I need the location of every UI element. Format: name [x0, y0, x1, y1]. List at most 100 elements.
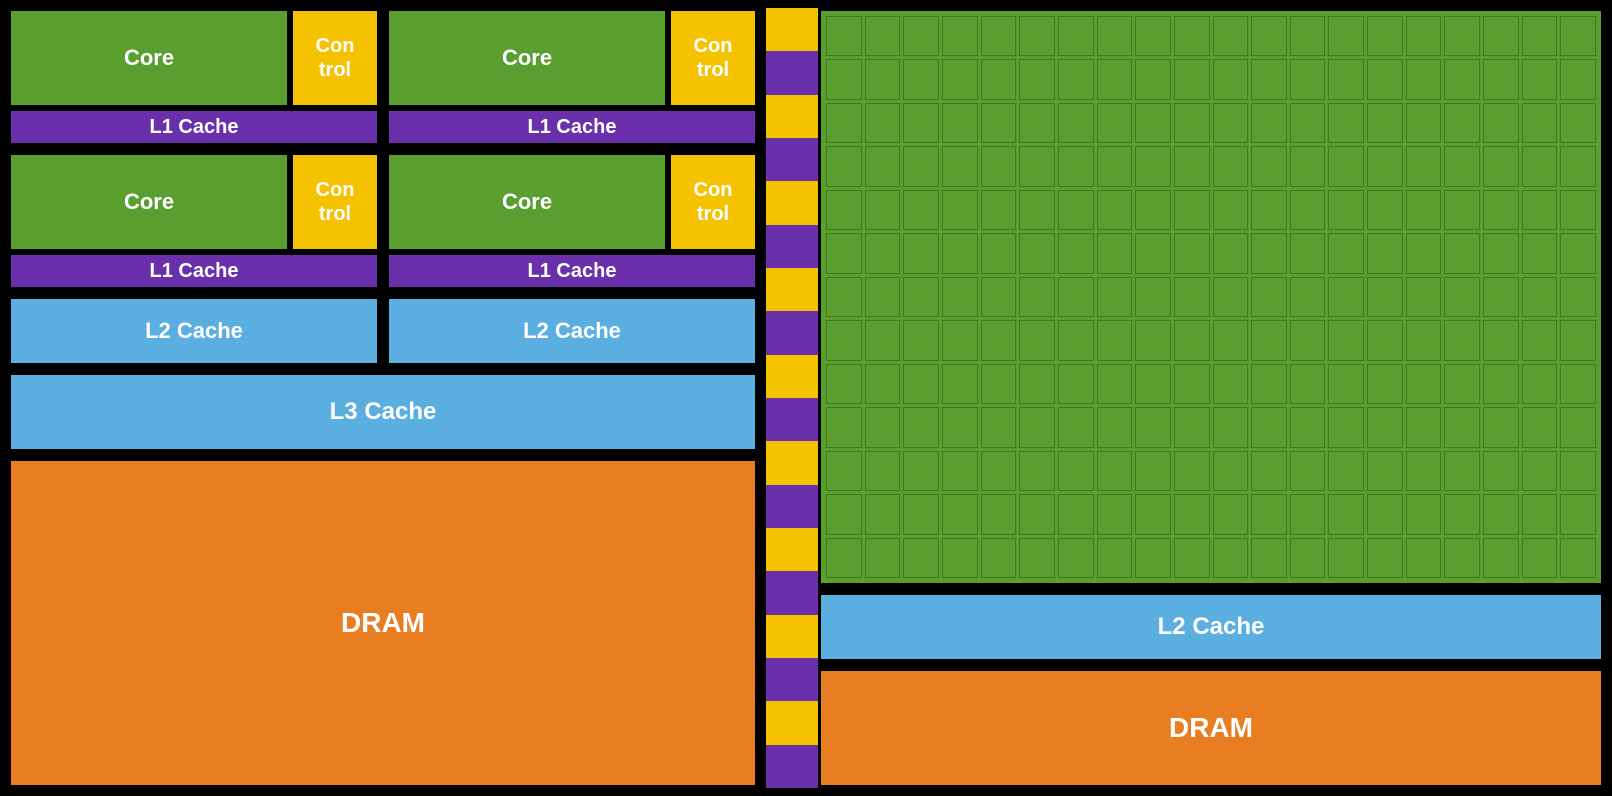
gpu-core-cell	[903, 451, 939, 491]
left-cpu-diagram: Core Con trol L1 Cache Core Con trol	[8, 8, 758, 788]
gpu-core-cell	[1328, 190, 1364, 230]
gpu-core-cell	[1406, 538, 1442, 578]
gpu-core-cell	[942, 103, 978, 143]
gpu-core-cell	[1560, 407, 1596, 447]
gpu-core-cell	[981, 190, 1017, 230]
gpu-core-cell	[1444, 59, 1480, 99]
gpu-core-cell	[1174, 320, 1210, 360]
gpu-core-cell	[1483, 538, 1519, 578]
gpu-core-cell	[1213, 407, 1249, 447]
gpu-core-cell	[1328, 407, 1364, 447]
gpu-core-cell	[1328, 16, 1364, 56]
gpu-core-cell	[981, 277, 1017, 317]
gpu-core-cell	[826, 59, 862, 99]
gpu-core-cell	[1251, 407, 1287, 447]
gpu-core-cell	[942, 538, 978, 578]
cpu-core-pair-4: Core Con trol L1 Cache	[386, 152, 758, 290]
gpu-core-cell	[1290, 233, 1326, 273]
gpu-core-cell	[981, 146, 1017, 186]
gpu-core-cell	[1251, 190, 1287, 230]
gpu-core-cell	[826, 190, 862, 230]
gpu-core-cell	[1019, 538, 1055, 578]
stripe-17	[766, 745, 818, 788]
cpu-core-2: Core	[386, 8, 668, 108]
cpu-core-4: Core	[386, 152, 668, 252]
gpu-core-cell	[903, 320, 939, 360]
gpu-core-cell	[826, 16, 862, 56]
gpu-core-cell	[1174, 364, 1210, 404]
gpu-core-cell	[1328, 364, 1364, 404]
gpu-core-cell	[1213, 233, 1249, 273]
gpu-core-cell	[1174, 451, 1210, 491]
stripe-0	[766, 8, 818, 51]
gpu-core-cell	[1135, 59, 1171, 99]
gpu-core-cell	[1290, 364, 1326, 404]
gpu-core-cell	[1328, 494, 1364, 534]
gpu-core-cell	[1444, 233, 1480, 273]
gpu-core-cell	[903, 146, 939, 186]
gpu-core-cell	[1251, 233, 1287, 273]
gpu-core-cell	[865, 146, 901, 186]
gpu-core-cell	[1522, 277, 1558, 317]
stripe-8	[766, 355, 818, 398]
gpu-core-cell	[1019, 190, 1055, 230]
control-unit-1: Con trol	[290, 8, 380, 108]
cpu-core-pair-3: Core Con trol L1 Cache	[8, 152, 380, 290]
gpu-core-cell	[1019, 451, 1055, 491]
gpu-core-cell	[942, 407, 978, 447]
gpu-core-cell	[1406, 451, 1442, 491]
gpu-core-cell	[1135, 364, 1171, 404]
gpu-core-cell	[1174, 538, 1210, 578]
gpu-core-cell	[1406, 146, 1442, 186]
gpu-core-cell	[1097, 190, 1133, 230]
gpu-core-cell	[1560, 320, 1596, 360]
gpu-core-cell	[1406, 103, 1442, 143]
gpu-core-cell	[1290, 190, 1326, 230]
gpu-core-cell	[1290, 538, 1326, 578]
gpu-core-cell	[1328, 59, 1364, 99]
gpu-core-cell	[1560, 190, 1596, 230]
gpu-core-cell	[981, 451, 1017, 491]
left-dram: DRAM	[8, 458, 758, 788]
gpu-core-cell	[865, 538, 901, 578]
right-content: L2 Cache DRAM	[818, 8, 1604, 788]
gpu-core-cell	[1135, 190, 1171, 230]
gpu-core-cell	[1097, 538, 1133, 578]
gpu-core-cell	[1406, 364, 1442, 404]
gpu-core-cell	[1135, 146, 1171, 186]
stripe-3	[766, 138, 818, 181]
core-top-4: Core Con trol	[386, 152, 758, 252]
gpu-core-cell	[1174, 190, 1210, 230]
gpu-core-cell	[981, 103, 1017, 143]
gpu-core-cell	[1444, 407, 1480, 447]
gpu-core-cell	[903, 364, 939, 404]
gpu-core-cell	[1019, 277, 1055, 317]
gpu-core-cell	[1097, 16, 1133, 56]
gpu-core-cell	[1444, 538, 1480, 578]
gpu-core-cell	[903, 103, 939, 143]
gpu-core-cell	[1483, 233, 1519, 273]
gpu-core-cell	[1213, 320, 1249, 360]
gpu-core-cell	[1483, 407, 1519, 447]
gpu-core-cell	[1444, 146, 1480, 186]
stripe-2	[766, 95, 818, 138]
gpu-core-cell	[1328, 538, 1364, 578]
gpu-core-cell	[1367, 407, 1403, 447]
gpu-core-cell	[865, 364, 901, 404]
gpu-core-cell	[1174, 59, 1210, 99]
gpu-core-cell	[942, 59, 978, 99]
l1-cache-4: L1 Cache	[386, 252, 758, 290]
stripe-4	[766, 181, 818, 224]
gpu-core-cell	[1328, 103, 1364, 143]
gpu-core-cell	[1406, 190, 1442, 230]
gpu-core-cell	[1213, 364, 1249, 404]
gpu-core-cell	[1522, 190, 1558, 230]
control-unit-4: Con trol	[668, 152, 758, 252]
gpu-core-cell	[826, 364, 862, 404]
gpu-core-cell	[1560, 59, 1596, 99]
gpu-core-cell	[1522, 233, 1558, 273]
gpu-core-cell	[1483, 59, 1519, 99]
l1-cache-3: L1 Cache	[8, 252, 380, 290]
gpu-core-cell	[1560, 494, 1596, 534]
gpu-core-cell	[1135, 103, 1171, 143]
